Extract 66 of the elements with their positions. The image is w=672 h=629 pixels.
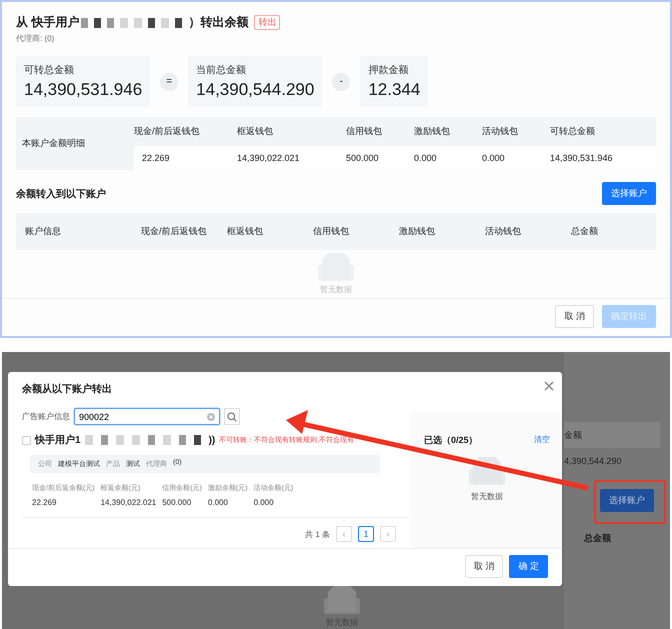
column-header: 总金额 bbox=[571, 225, 599, 238]
panel-title: 已选（0/25） bbox=[424, 434, 478, 447]
cancel-button[interactable]: 取 消 bbox=[555, 305, 594, 328]
operator-sign: - bbox=[332, 72, 350, 90]
column-header: 现金/前后返钱包 bbox=[134, 125, 201, 138]
metric-value: 500.000 bbox=[162, 498, 192, 507]
empty-text: 暂无数据 bbox=[471, 491, 503, 502]
column-header: 可转总金额 bbox=[550, 125, 596, 138]
search-icon[interactable] bbox=[227, 412, 237, 422]
column-header: 信用钱包 bbox=[313, 225, 350, 238]
confirm-button[interactable]: 确 定 bbox=[509, 555, 548, 578]
status-tag: 转出 bbox=[254, 15, 280, 30]
cancel-button[interactable]: 取 消 bbox=[464, 555, 504, 578]
account-name-end: )) bbox=[208, 434, 216, 446]
metric-value: 0.000 bbox=[208, 498, 229, 507]
table-cell: 14,390,531.946 bbox=[550, 146, 656, 170]
field-label: 广告账户信息 bbox=[22, 411, 70, 422]
stat-label: 当前总金额 bbox=[196, 64, 248, 77]
highlight-box bbox=[594, 480, 666, 524]
section-title: 余额转入到以下账户 bbox=[16, 187, 106, 200]
page-title-suffix: ）转出余额 bbox=[188, 14, 248, 31]
empty-inbox-icon bbox=[467, 457, 507, 485]
stat-value: 14,390,544.290 bbox=[196, 80, 314, 100]
metric-value: 22.269 bbox=[32, 498, 58, 507]
column-header: 账户信息 bbox=[25, 225, 62, 238]
stat-value: 14,390,531.946 bbox=[24, 80, 142, 100]
column-header: 总金额 bbox=[584, 532, 611, 545]
column-header: 激励钱包 bbox=[399, 225, 436, 238]
account-name: 快手用户1 bbox=[35, 433, 81, 447]
search-button[interactable] bbox=[224, 408, 240, 425]
column-header: 金额 bbox=[564, 422, 660, 448]
table-cell: 4,390,544.290 bbox=[564, 456, 622, 466]
column-header: 活动钱包 bbox=[485, 225, 522, 238]
clear-icon[interactable] bbox=[207, 412, 215, 420]
stat-value: 12.344 bbox=[368, 80, 420, 100]
dialog-title: 余额从以下账户转出 bbox=[22, 382, 113, 396]
empty-text: 暂无数据 bbox=[320, 284, 352, 295]
column-header: 框返钱包 bbox=[237, 125, 274, 138]
column-header: 现金/前后返钱包 bbox=[141, 225, 208, 238]
row-label: 本账户金额明细 bbox=[21, 137, 86, 150]
operator-sign: = bbox=[160, 72, 178, 90]
empty-inbox-icon bbox=[322, 586, 362, 614]
checkbox[interactable] bbox=[22, 436, 31, 444]
select-account-button[interactable]: 选择账户 bbox=[600, 489, 654, 512]
column-header: 激励钱包 bbox=[414, 125, 451, 138]
column-header: 活动钱包 bbox=[482, 125, 519, 138]
total-count: 共 1 条 bbox=[305, 528, 330, 540]
column-header: 框返钱包 bbox=[227, 225, 264, 238]
metric-value: 0.000 bbox=[254, 498, 275, 507]
column-header: 信用钱包 bbox=[346, 125, 383, 138]
table-cell: 14,390,022.021 bbox=[237, 146, 346, 170]
stat-label: 押款金额 bbox=[368, 64, 410, 77]
previous-page-button[interactable]: ‹ bbox=[336, 526, 352, 542]
table-cell: 0.000 bbox=[414, 146, 482, 170]
page-button[interactable]: 1 bbox=[358, 526, 374, 542]
clear-link[interactable]: 清空 bbox=[534, 434, 550, 447]
stat-label: 可转总金额 bbox=[24, 64, 75, 77]
page-title: 从 快手用户 bbox=[16, 14, 80, 31]
agent-text: 代理商: (0) bbox=[16, 33, 56, 44]
metric-value: 14,390,022.021 bbox=[100, 498, 156, 507]
search-field[interactable]: 900022 bbox=[74, 408, 220, 425]
table-cell: 22.269 bbox=[134, 146, 237, 170]
table-cell: 500.000 bbox=[346, 146, 414, 170]
table-cell: 0.000 bbox=[482, 146, 550, 170]
select-account-button[interactable]: 选择账户 bbox=[602, 182, 656, 205]
next-page-button[interactable]: › bbox=[380, 526, 396, 542]
